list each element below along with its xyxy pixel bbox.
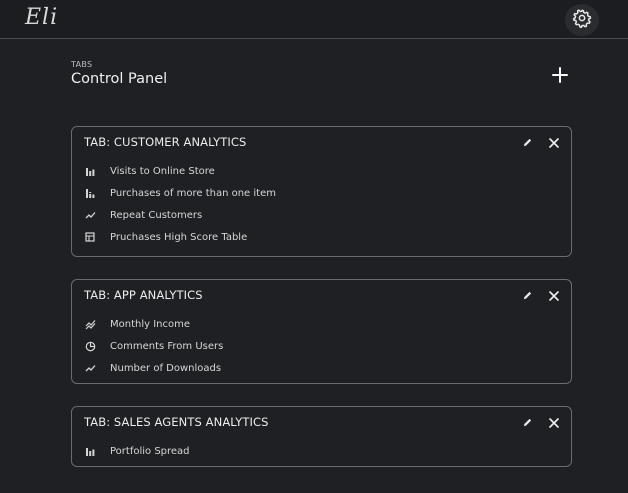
list-item[interactable]: Visits to Online Store [84,163,504,179]
close-button[interactable] [546,134,562,150]
tab-card-sales-agents-analytics: TAB: SALES AGENTS ANALYTICS Portfolio Sp… [71,406,572,467]
close-button[interactable] [546,287,562,303]
list-item-label: Visits to Online Store [110,165,215,177]
list-item-label: Purchases of more than one item [110,187,276,199]
pie-chart-icon [84,340,96,352]
card-title: TAB: SALES AGENTS ANALYTICS [84,415,269,429]
list-item[interactable]: Purchases of more than one item [84,185,504,201]
bar-chart-icon [84,165,96,177]
tab-card-app-analytics: TAB: APP ANALYTICS Monthly Income Commen… [71,279,572,384]
line-chart-icon [84,362,96,374]
list-item-label: Pruchases High Score Table [110,231,248,243]
app-logo[interactable]: Eli [25,5,58,30]
close-icon [549,133,559,152]
table-icon [84,231,96,243]
pencil-icon [522,286,533,305]
edit-button[interactable] [519,287,535,303]
gear-icon [572,8,592,32]
plus-icon [552,67,568,87]
close-button[interactable] [546,414,562,430]
close-icon [549,413,559,432]
tab-card-customer-analytics: TAB: CUSTOMER ANALYTICS Visits to Online… [71,126,572,257]
list-item[interactable]: Monthly Income [84,316,504,332]
multiline-chart-icon [84,318,96,330]
edit-button[interactable] [519,134,535,150]
list-item[interactable]: Comments From Users [84,338,504,354]
edit-button[interactable] [519,414,535,430]
list-item-label: Repeat Customers [110,209,203,221]
add-tab-button[interactable] [550,67,570,87]
list-item[interactable]: Number of Downloads [84,360,504,376]
stacked-bar-chart-icon [84,187,96,199]
list-item-label: Number of Downloads [110,362,222,374]
settings-button[interactable] [565,4,599,36]
list-item[interactable]: Repeat Customers [84,207,504,223]
line-chart-icon [84,209,96,221]
list-item-label: Monthly Income [110,318,191,330]
list-item-label: Portfolio Spread [110,445,190,457]
section-overline: TABS [71,60,93,69]
list-item[interactable]: Portfolio Spread [84,443,504,459]
top-bar: Eli [0,0,628,39]
close-icon [549,286,559,305]
page-title: Control Panel [71,71,168,87]
pencil-icon [522,133,533,152]
card-title: TAB: APP ANALYTICS [84,288,203,302]
card-title: TAB: CUSTOMER ANALYTICS [84,135,247,149]
page-header: TABS Control Panel [71,60,167,87]
pencil-icon [522,413,533,432]
bar-chart-icon [84,445,96,457]
list-item-label: Comments From Users [110,340,224,352]
list-item[interactable]: Pruchases High Score Table [84,229,504,245]
